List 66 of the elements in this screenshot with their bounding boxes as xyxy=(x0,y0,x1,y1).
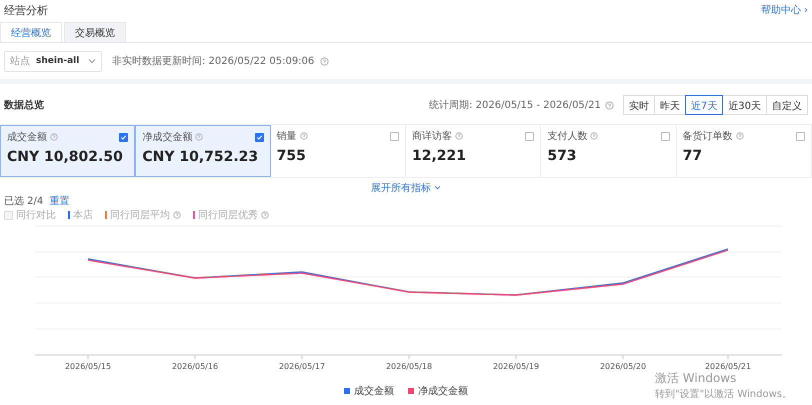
metric-label: 支付人数 xyxy=(547,130,588,143)
metric-value: 12,221 xyxy=(412,148,468,164)
legend-item: 成交金额 xyxy=(344,384,394,398)
axis-label: 2026/05/20 xyxy=(600,362,646,371)
help-icon xyxy=(604,100,614,110)
help-link[interactable]: 帮助中心 › xyxy=(760,3,808,17)
range-button[interactable]: 自定义 xyxy=(766,95,808,115)
metric-card[interactable]: 净成交金额 CNY 10,752.23 xyxy=(135,125,271,177)
axis-label: 2026/05/18 xyxy=(386,362,432,371)
metric-card[interactable]: 支付人数 573 xyxy=(541,125,677,177)
metric-checkbox[interactable] xyxy=(796,132,805,140)
metric-card[interactable]: 销量 755 xyxy=(270,125,406,177)
metric-checkbox[interactable] xyxy=(660,132,670,140)
help-icon xyxy=(320,56,330,66)
legend-item: 净成交金额 xyxy=(408,384,468,398)
section-title: 数据总览 xyxy=(4,98,44,112)
metric-card[interactable]: 商详访客 12,221 xyxy=(406,125,542,177)
help-icon xyxy=(195,133,204,141)
metric-value: 573 xyxy=(547,148,578,164)
compare-legend-item: 同行同层平均 xyxy=(105,208,181,222)
range-button[interactable]: 实时 xyxy=(622,95,655,115)
help-icon xyxy=(454,132,463,140)
range-button[interactable]: 昨天 xyxy=(654,95,686,115)
help-icon xyxy=(590,132,598,140)
reset-link[interactable]: 重置 xyxy=(49,194,70,208)
metric-checkbox[interactable] xyxy=(390,132,399,140)
notice-title: 激活 Windows xyxy=(654,370,738,387)
chevron-down-icon xyxy=(434,185,441,190)
selected-count: 已选 2/4 xyxy=(4,194,44,208)
caret-icon xyxy=(88,58,96,64)
metric-value: CNY 10,802.50 xyxy=(7,149,124,165)
metric-checkbox[interactable] xyxy=(119,132,128,142)
metric-label: 备货订单数 xyxy=(682,130,733,143)
period-text: 统计周期: 2026/05/15 - 2026/05/21 xyxy=(429,98,601,112)
notice-text: 转到"设置"以激活 Windows。 xyxy=(654,388,792,401)
page-title: 经营分析 xyxy=(4,2,48,18)
axis-label: 2026/05/16 xyxy=(172,362,218,371)
update-time: 非实时数据更新时间: 2026/05/22 05:09:06 xyxy=(112,54,314,68)
compare-legend-item: 本店 xyxy=(68,208,93,222)
help-icon xyxy=(261,211,269,219)
axis-label: 2026/05/17 xyxy=(278,362,326,371)
metric-label: 成交金额 xyxy=(7,130,47,144)
metric-checkbox[interactable] xyxy=(525,132,534,140)
help-icon xyxy=(50,133,58,141)
metric-value: 77 xyxy=(682,148,704,164)
metric-card[interactable]: 成交金额 CNY 10,802.50 xyxy=(0,125,136,177)
axis-label: 2026/05/19 xyxy=(492,362,540,371)
metric-value: 755 xyxy=(276,148,307,164)
metric-label: 净成交金额 xyxy=(142,130,192,144)
tab[interactable]: 交易概览 xyxy=(64,22,126,42)
range-button[interactable]: 近7天 xyxy=(684,95,724,115)
range-button[interactable]: 近30天 xyxy=(722,95,767,115)
compare-legend-item: 同行同层优秀 xyxy=(193,208,269,222)
metric-card[interactable]: 备货订单数 77 xyxy=(676,125,812,177)
metric-label: 商详访客 xyxy=(412,130,452,143)
expand-link[interactable]: 展开所有指标 xyxy=(371,181,441,194)
help-icon xyxy=(173,211,181,219)
metric-label: 销量 xyxy=(276,130,297,143)
axis-label: 2026/05/21 xyxy=(704,362,752,371)
metric-checkbox[interactable] xyxy=(254,132,264,142)
metric-value: CNY 10,752.23 xyxy=(142,149,260,165)
help-icon xyxy=(736,132,744,140)
site-select[interactable]: 站点 shein-all xyxy=(4,50,102,72)
tab[interactable]: 经营概览 xyxy=(0,22,62,42)
help-icon xyxy=(300,132,308,140)
axis-label: 2026/05/15 xyxy=(64,362,112,371)
